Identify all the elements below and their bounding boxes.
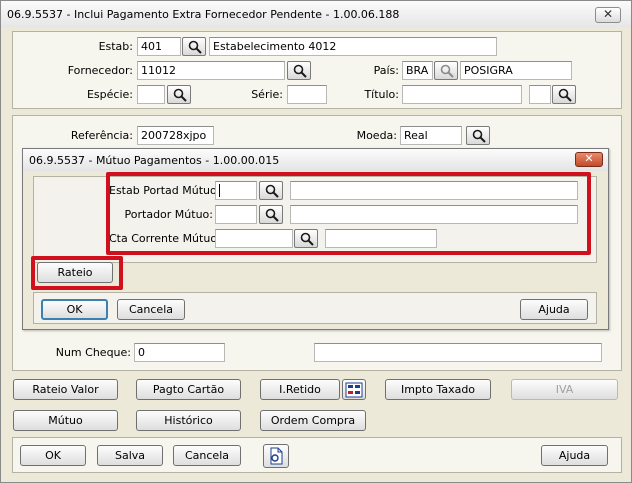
document-icon xyxy=(270,447,283,465)
window-close-button[interactable]: ✕ xyxy=(595,7,621,23)
fornecedor-label: Fornecedor: xyxy=(67,64,133,77)
dialog-title-bar: 06.9.5537 - Mútuo Pagamentos - 1.00.00.0… xyxy=(23,149,608,171)
especie-input[interactable] xyxy=(137,85,165,104)
help-button[interactable]: Ajuda xyxy=(541,445,608,466)
close-icon: ✕ xyxy=(584,152,594,165)
rateio-highlight-box xyxy=(31,256,123,290)
search-icon xyxy=(188,40,202,54)
mutuo-dialog: 06.9.5537 - Mútuo Pagamentos - 1.00.00.0… xyxy=(22,148,609,330)
search-icon xyxy=(173,88,187,102)
estab-code-input[interactable]: 401 xyxy=(137,37,181,56)
salva-button[interactable]: Salva xyxy=(97,445,163,466)
search-icon xyxy=(558,88,572,102)
moeda-input[interactable]: Real xyxy=(400,126,462,145)
moeda-lookup-button[interactable] xyxy=(466,126,490,145)
pais-label: País: xyxy=(373,64,399,77)
ordem-compra-button[interactable]: Ordem Compra xyxy=(260,410,366,431)
iva-button[interactable]: IVA xyxy=(511,379,618,400)
pais-name-field[interactable]: POSIGRA xyxy=(460,61,572,80)
titulo-extra-input[interactable] xyxy=(529,85,551,104)
referencia-label: Referência: xyxy=(70,129,133,142)
dialog-help-button[interactable]: Ajuda xyxy=(520,299,588,320)
mutuo-button[interactable]: Mútuo xyxy=(13,410,118,431)
pais-lookup-button[interactable] xyxy=(434,61,458,80)
document-tool-button[interactable] xyxy=(263,444,289,468)
serie-label: Série: xyxy=(251,88,283,101)
titulo-label: Título: xyxy=(364,88,399,101)
pagto-cartao-button[interactable]: Pagto Cartão xyxy=(136,379,241,400)
title-bar: 06.9.5537 - Inclui Pagamento Extra Forne… xyxy=(1,1,631,27)
historico-button[interactable]: Histórico xyxy=(136,410,241,431)
estab-lookup-button[interactable] xyxy=(182,37,206,56)
ok-button[interactable]: OK xyxy=(20,445,86,466)
cancel-button[interactable]: Cancela xyxy=(173,445,241,466)
close-icon: ✕ xyxy=(602,7,614,21)
estab-label: Estab: xyxy=(98,40,133,53)
titulo-lookup-button[interactable] xyxy=(552,85,576,104)
num-cheque-extra-field[interactable] xyxy=(314,343,602,362)
i-retido-button[interactable]: I.Retido xyxy=(260,379,340,400)
fornecedor-input[interactable]: 11012 xyxy=(137,61,285,80)
main-window: 06.9.5537 - Inclui Pagamento Extra Forne… xyxy=(0,0,632,483)
calculator-icon xyxy=(345,382,363,398)
moeda-label: Moeda: xyxy=(356,129,397,142)
estab-name-field[interactable]: Estabelecimento 4012 xyxy=(209,37,497,56)
search-icon xyxy=(472,129,486,143)
pais-code-input[interactable]: BRA xyxy=(402,61,433,80)
dialog-title: 06.9.5537 - Mútuo Pagamentos - 1.00.00.0… xyxy=(29,154,280,167)
titulo-input[interactable] xyxy=(402,85,522,104)
especie-lookup-button[interactable] xyxy=(167,85,191,104)
fornecedor-lookup-button[interactable] xyxy=(287,61,311,80)
dialog-ok-button[interactable]: OK xyxy=(41,299,108,320)
serie-input[interactable] xyxy=(287,85,327,104)
num-cheque-input[interactable]: 0 xyxy=(134,343,225,362)
search-icon xyxy=(440,64,454,78)
i-retido-detail-button[interactable] xyxy=(342,379,366,400)
window-title: 06.9.5537 - Inclui Pagamento Extra Forne… xyxy=(7,8,400,21)
dialog-cancel-button[interactable]: Cancela xyxy=(117,299,185,320)
num-cheque-label: Num Cheque: xyxy=(55,346,131,359)
fields-highlight-box xyxy=(106,172,591,255)
especie-label: Espécie: xyxy=(86,88,133,101)
dialog-close-button[interactable]: ✕ xyxy=(575,152,603,167)
impto-taxado-button[interactable]: Impto Taxado xyxy=(385,379,491,400)
referencia-input[interactable]: 200728xjpo xyxy=(137,126,214,145)
rateio-valor-button[interactable]: Rateio Valor xyxy=(13,379,118,400)
search-icon xyxy=(293,64,307,78)
